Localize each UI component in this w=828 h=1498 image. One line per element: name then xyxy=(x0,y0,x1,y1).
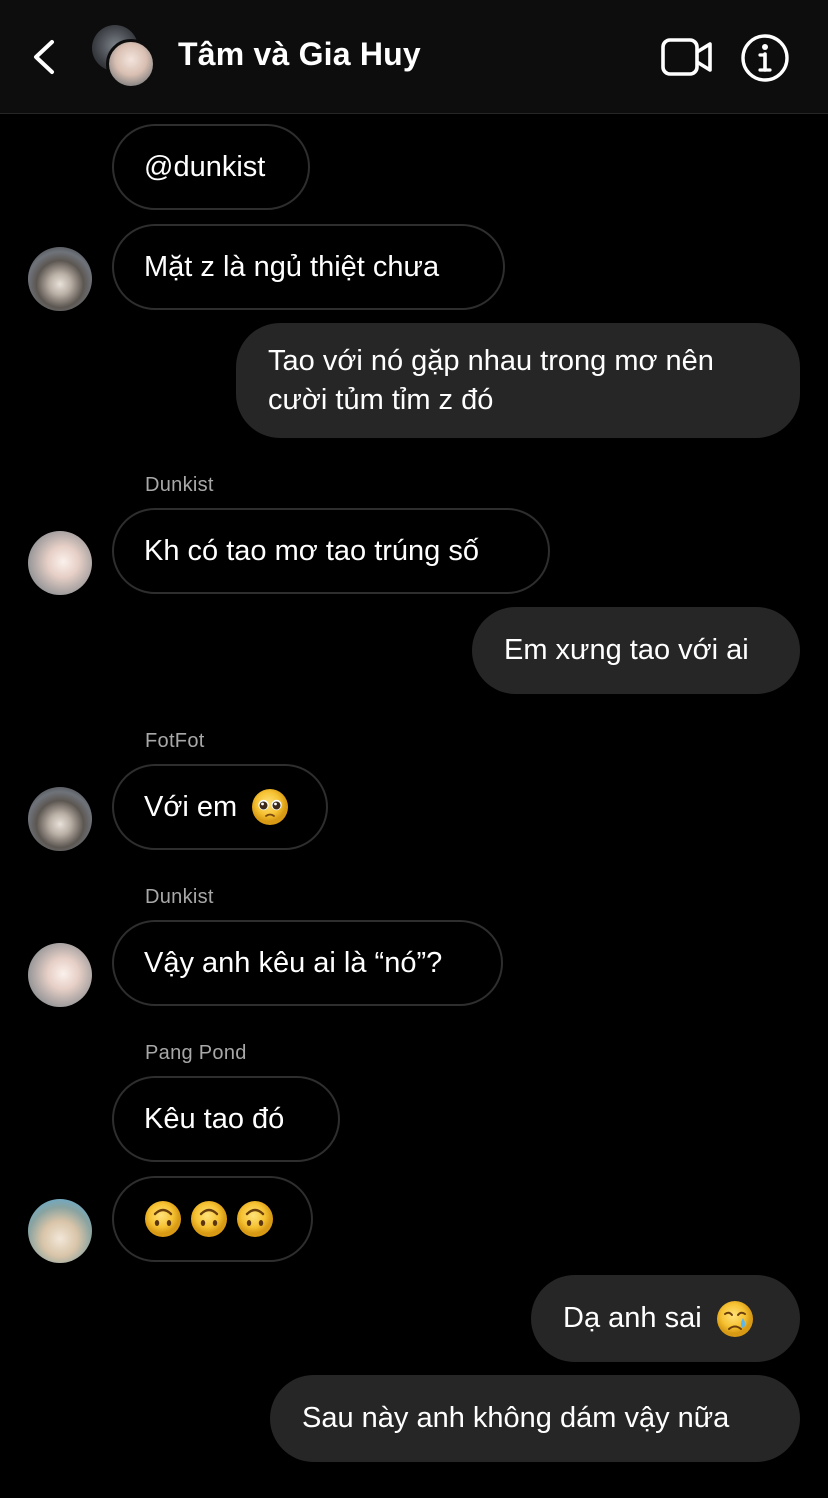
message-text: @dunkist xyxy=(144,150,266,183)
sender-name: Pang Pond xyxy=(145,1042,247,1064)
message-text: Dạ anh sai xyxy=(563,1302,702,1334)
info-button[interactable] xyxy=(740,33,790,83)
message-text: Em xưng tao với ai xyxy=(504,634,749,666)
member-avatar-2 xyxy=(106,39,156,89)
message-text: Kh có tao mơ tao trúng số xyxy=(144,534,479,567)
video-call-button[interactable] xyxy=(660,36,714,78)
avatar[interactable] xyxy=(28,531,92,595)
message-text: Với em xyxy=(144,790,238,823)
message-bubble[interactable]: Vậy anh kêu ai là “nó”? xyxy=(112,920,503,1006)
message-bubble[interactable]: Với em xyxy=(112,764,328,850)
chat-title[interactable]: Tâm và Gia Huy xyxy=(178,36,421,73)
pleading-face-emoji xyxy=(252,789,289,825)
message-text: Tao với nó gặp nhau trong mơ nên cười tủ… xyxy=(268,344,714,416)
avatar[interactable] xyxy=(28,943,92,1007)
message-bubble[interactable]: Kêu tao đó xyxy=(112,1076,340,1162)
message-bubble[interactable]: Mặt z là ngủ thiệt chưa xyxy=(112,224,505,310)
message-bubble[interactable]: @dunkist xyxy=(112,124,310,210)
message-bubble[interactable]: Dạ anh sai xyxy=(531,1275,800,1362)
message-bubble[interactable]: Kh có tao mơ tao trúng số xyxy=(112,508,550,594)
chevron-left-icon xyxy=(34,40,54,74)
crying-face-emoji xyxy=(716,1300,753,1337)
video-call-icon xyxy=(661,38,712,76)
avatar[interactable] xyxy=(28,247,92,311)
info-icon xyxy=(741,34,789,82)
upside-down-face-emoji xyxy=(237,1201,273,1237)
sender-name: Dunkist xyxy=(145,474,214,496)
avatar[interactable] xyxy=(28,1199,92,1263)
message-bubble[interactable]: Em xưng tao với ai xyxy=(472,607,800,694)
avatar[interactable] xyxy=(28,787,92,851)
message-bubble[interactable] xyxy=(112,1176,313,1262)
upside-down-face-emoji xyxy=(145,1201,181,1237)
message-text: Sau này anh không dám vậy nữa xyxy=(302,1402,730,1434)
message-text: Kêu tao đó xyxy=(144,1102,285,1135)
group-avatar[interactable] xyxy=(92,25,158,91)
chat-header: Tâm và Gia Huy xyxy=(0,0,828,114)
message-bubble[interactable]: Tao với nó gặp nhau trong mơ nên cười tủ… xyxy=(236,323,800,438)
sender-name: Dunkist xyxy=(145,886,214,908)
sender-name: FotFot xyxy=(145,730,205,752)
message-text: Mặt z là ngủ thiệt chưa xyxy=(144,250,440,283)
message-bubble[interactable]: Sau này anh không dám vậy nữa xyxy=(270,1375,800,1462)
upside-down-face-emoji xyxy=(191,1201,227,1237)
message-text: Vậy anh kêu ai là “nó”? xyxy=(144,946,443,979)
back-button[interactable] xyxy=(26,34,66,80)
